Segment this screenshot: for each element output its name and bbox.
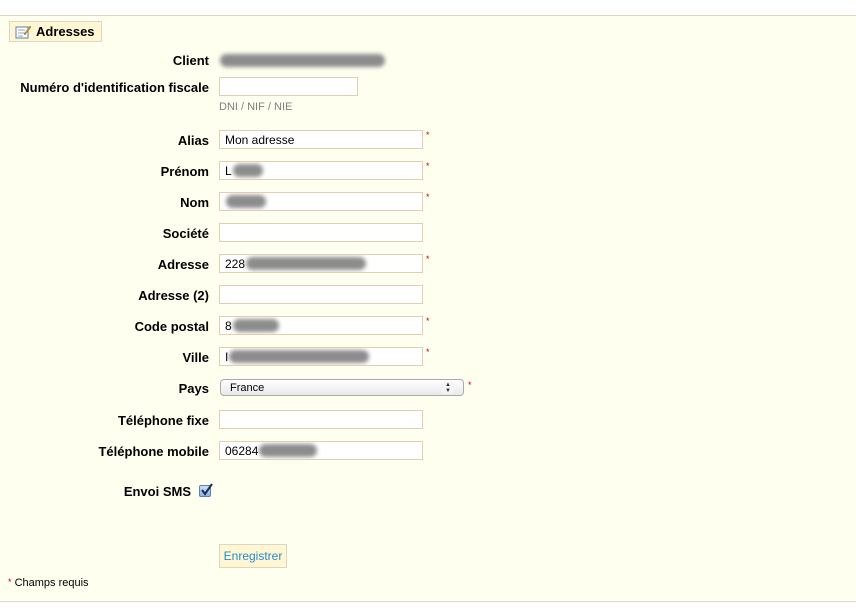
postcode-redacted [232,319,279,332]
section-legend: Adresses [9,21,102,42]
tax-id-hint: DNI / NIF / NIE [219,101,293,113]
mobile-redacted [259,444,318,457]
country-label: Pays [178,381,209,396]
country-required-marker: * [468,380,472,390]
client-name-redacted [220,54,385,67]
required-note-text: Champs requis [14,577,89,589]
firstname-required-marker: * [426,161,430,171]
address2-input[interactable] [219,285,423,304]
country-selected-value: France [230,381,265,394]
sms-label: Envoi SMS [123,484,191,499]
mobile-label: Téléphone mobile [98,444,209,459]
client-label: Client [172,53,209,68]
save-button[interactable]: Enregistrer [219,544,287,568]
city-label: Ville [182,350,209,365]
addresses-panel: Adresses [0,15,856,602]
postcode-label: Code postal [134,319,209,334]
checkmark-icon [201,483,213,496]
company-input[interactable] [219,223,423,242]
sms-checkbox[interactable] [199,483,213,497]
phone-input[interactable] [219,410,423,429]
lastname-label: Nom [180,195,209,210]
address1-value: 228 [225,256,246,271]
alias-required-marker: * [426,130,430,140]
mobile-input[interactable]: 06284 [219,441,423,460]
address1-required-marker: * [426,254,430,264]
alias-label: Alias [177,133,209,148]
select-arrows-icon: ▲ ▼ [442,381,454,394]
phone-label: Téléphone fixe [117,413,209,428]
firstname-redacted [232,164,263,177]
postcode-value: 8 [225,318,232,333]
tax-id-input[interactable] [219,77,358,96]
address2-label: Adresse (2) [138,288,209,303]
alias-input[interactable]: Mon adresse [219,130,423,149]
address1-input[interactable]: 228 [219,254,423,273]
address1-label: Adresse [157,257,209,272]
city-input[interactable]: I [219,347,423,366]
section-title: Adresses [36,24,95,39]
required-fields-note: * Champs requis [8,577,89,589]
lastname-required-marker: * [426,192,430,202]
firstname-input[interactable]: L [219,161,423,180]
tax-id-label: Numéro d'identification fiscale [20,80,209,95]
firstname-label: Prénom [160,164,209,179]
postcode-input[interactable]: 8 [219,316,423,335]
lastname-input[interactable] [219,192,423,211]
company-label: Société [162,226,209,241]
lastname-redacted [226,195,266,208]
address1-redacted [246,257,367,270]
city-redacted [229,350,370,363]
city-required-marker: * [426,347,430,357]
alias-value: Mon adresse [225,132,295,147]
city-value: I [225,349,229,364]
firstname-value: L [225,163,232,178]
postcode-required-marker: * [426,316,430,326]
mobile-value: 06284 [225,443,259,458]
country-select[interactable]: France ▲ ▼ [220,379,464,396]
required-note-marker: * [8,577,12,587]
edit-document-icon [15,25,32,39]
